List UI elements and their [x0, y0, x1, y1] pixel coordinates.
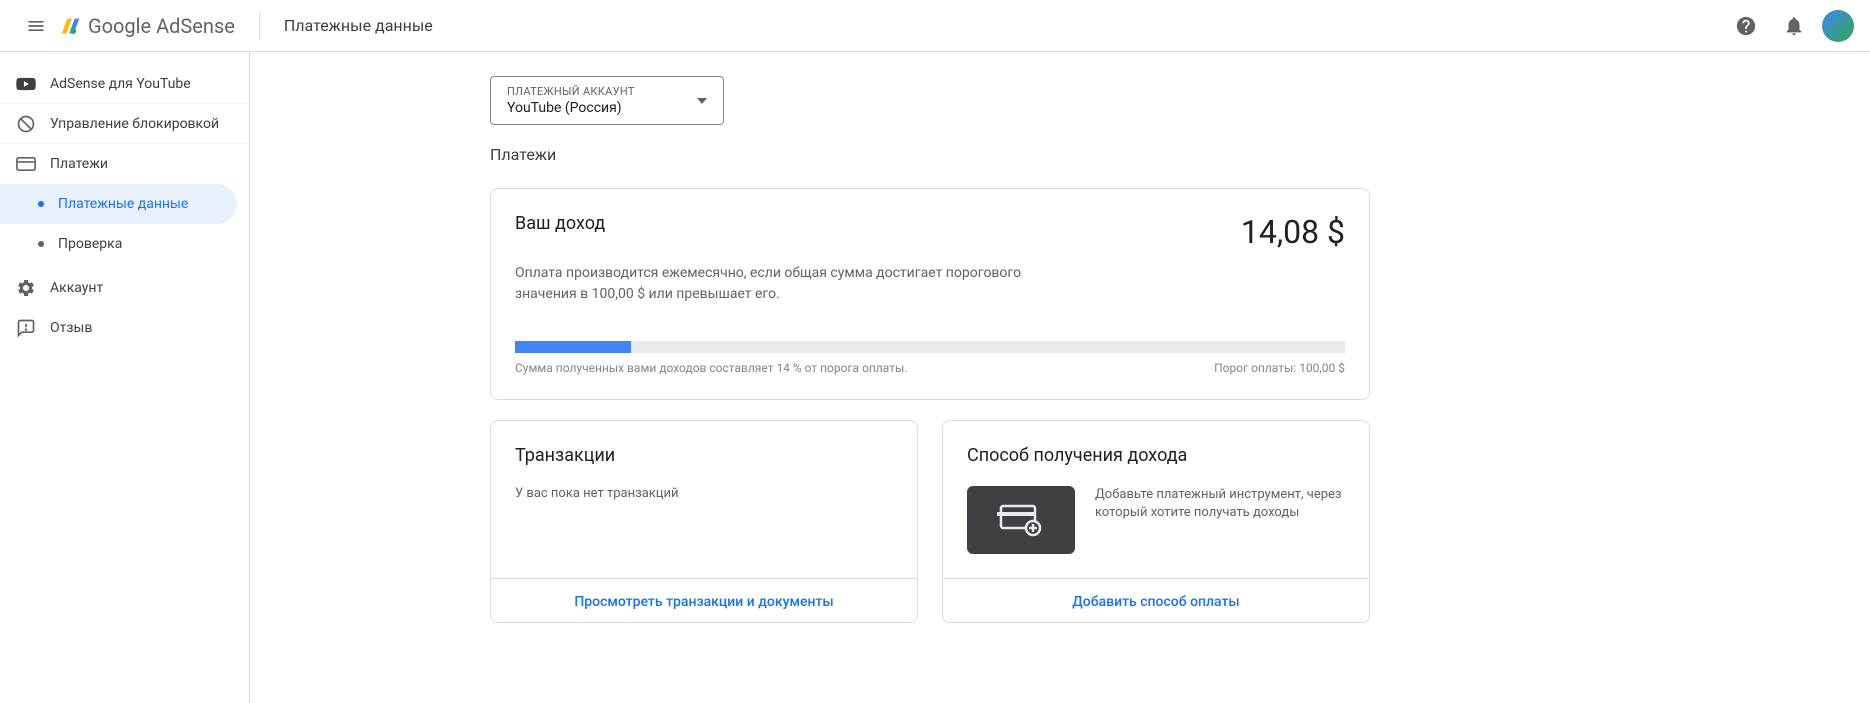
sidebar-sub-label: Проверка: [58, 236, 122, 252]
add-payment-method-link[interactable]: Добавить способ оплаты: [1072, 594, 1239, 610]
dot-icon: [38, 201, 44, 207]
transactions-title: Транзакции: [515, 445, 893, 466]
view-transactions-link[interactable]: Просмотреть транзакции и документы: [574, 594, 833, 610]
dot-icon: [38, 241, 44, 247]
header-divider: [259, 12, 260, 40]
gear-icon: [16, 278, 36, 298]
payment-method-description: Добавьте платежный инструмент, через кот…: [1095, 486, 1345, 522]
payment-method-title: Способ получения дохода: [967, 445, 1345, 466]
earnings-amount: 14,08 $: [1241, 213, 1345, 251]
earnings-description: Оплата производится ежемесячно, если общ…: [515, 263, 1075, 305]
sidebar-label: Управление блокировкой: [50, 116, 219, 132]
sidebar-item-payments[interactable]: Платежи: [0, 144, 249, 184]
payment-method-card: Способ получения дохода: [942, 420, 1370, 623]
earnings-card: Ваш доход 14,08 $ Оплата производится еж…: [490, 188, 1370, 400]
account-selector[interactable]: ПЛАТЕЖНЫЙ АККАУНТ YouTube (Россия): [490, 76, 724, 125]
sidebar-sub-verification[interactable]: Проверка: [0, 224, 237, 264]
section-heading: Платежи: [490, 145, 1370, 164]
earnings-progress-fill: [515, 341, 631, 353]
chevron-down-icon: [697, 98, 707, 104]
adsense-logo[interactable]: Google AdSense: [60, 14, 235, 38]
earnings-progress-text: Сумма полученных вами доходов составляет…: [515, 361, 907, 375]
sidebar-label: Платежи: [50, 156, 108, 172]
card-placeholder-icon: [967, 486, 1075, 554]
transactions-card: Транзакции У вас пока нет транзакций Про…: [490, 420, 918, 623]
page-title: Платежные данные: [284, 16, 433, 35]
brand-text: Google AdSense: [88, 14, 235, 38]
sidebar-item-blocking[interactable]: Управление блокировкой: [0, 104, 249, 144]
sidebar-sub-label: Платежные данные: [58, 196, 188, 212]
bell-icon: [1783, 15, 1805, 37]
block-icon: [16, 114, 36, 134]
earnings-title: Ваш доход: [515, 213, 605, 234]
help-button[interactable]: [1726, 6, 1766, 46]
notifications-button[interactable]: [1774, 6, 1814, 46]
earnings-threshold-text: Порог оплаты: 100,00 $: [1214, 361, 1345, 375]
help-icon: [1735, 15, 1757, 37]
sidebar-sub-payment-info[interactable]: Платежные данные: [0, 184, 237, 224]
sidebar-item-feedback[interactable]: Отзыв: [0, 308, 249, 348]
transactions-empty: У вас пока нет транзакций: [515, 486, 893, 501]
avatar[interactable]: [1822, 10, 1854, 42]
earnings-progress-bar: [515, 341, 1345, 353]
sidebar-label: AdSense для YouTube: [50, 76, 191, 92]
adsense-logo-icon: [60, 15, 82, 37]
sidebar-item-adsense-youtube[interactable]: AdSense для YouTube: [0, 64, 249, 104]
account-selector-value: YouTube (Россия): [507, 100, 635, 116]
sidebar-label: Отзыв: [50, 320, 92, 336]
youtube-icon: [16, 74, 36, 94]
sidebar: AdSense для YouTube Управление блокировк…: [0, 52, 250, 703]
menu-button[interactable]: [16, 6, 56, 46]
sidebar-label: Аккаунт: [50, 280, 103, 296]
feedback-icon: [16, 318, 36, 338]
account-selector-label: ПЛАТЕЖНЫЙ АККАУНТ: [507, 85, 635, 98]
sidebar-item-account[interactable]: Аккаунт: [0, 268, 249, 308]
payments-icon: [16, 154, 36, 174]
